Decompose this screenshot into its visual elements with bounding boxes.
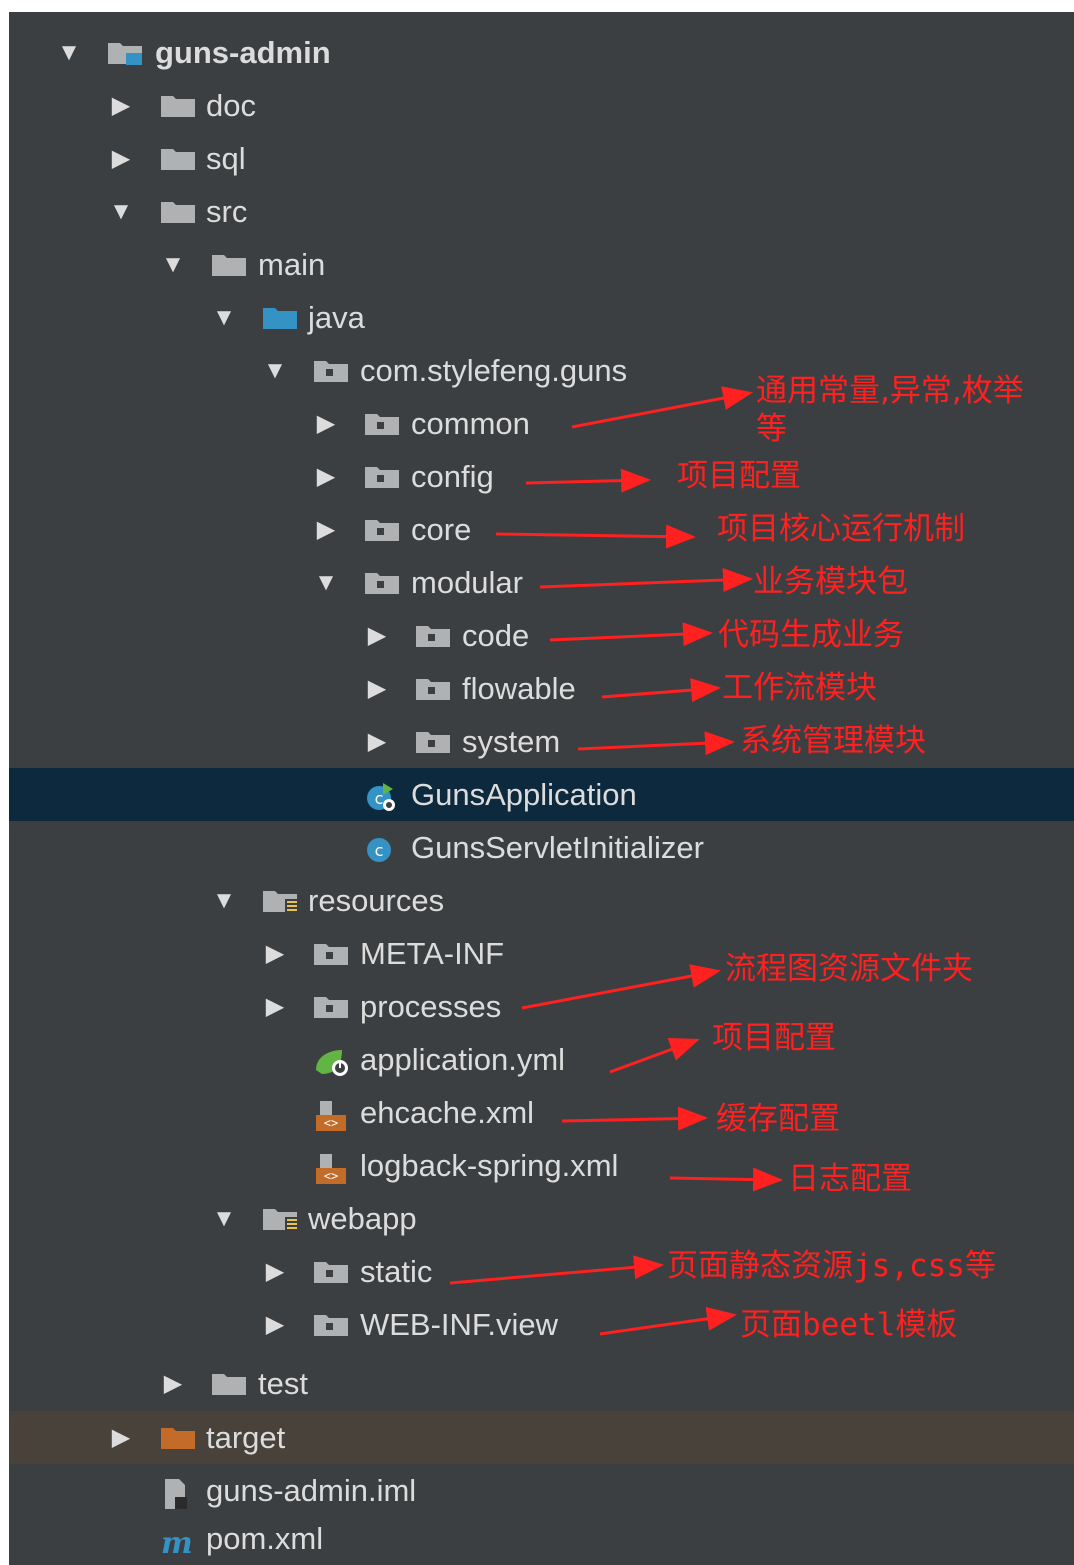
arrow-application-yml xyxy=(609,1038,700,1074)
arrow-web-inf xyxy=(599,1306,737,1336)
annotation-arrows xyxy=(449,386,783,1336)
arrow-core xyxy=(495,524,696,549)
arrow-ehcache xyxy=(561,1106,708,1131)
arrow-processes xyxy=(521,964,721,1010)
arrow-static xyxy=(449,1255,664,1285)
arrow-system xyxy=(577,731,735,756)
arrow-modular xyxy=(539,568,753,593)
arrow-logback xyxy=(669,1167,783,1192)
arrow-common xyxy=(571,386,753,429)
arrow-config xyxy=(525,468,651,493)
arrow-code xyxy=(549,622,713,647)
arrow-flowable xyxy=(601,678,721,703)
